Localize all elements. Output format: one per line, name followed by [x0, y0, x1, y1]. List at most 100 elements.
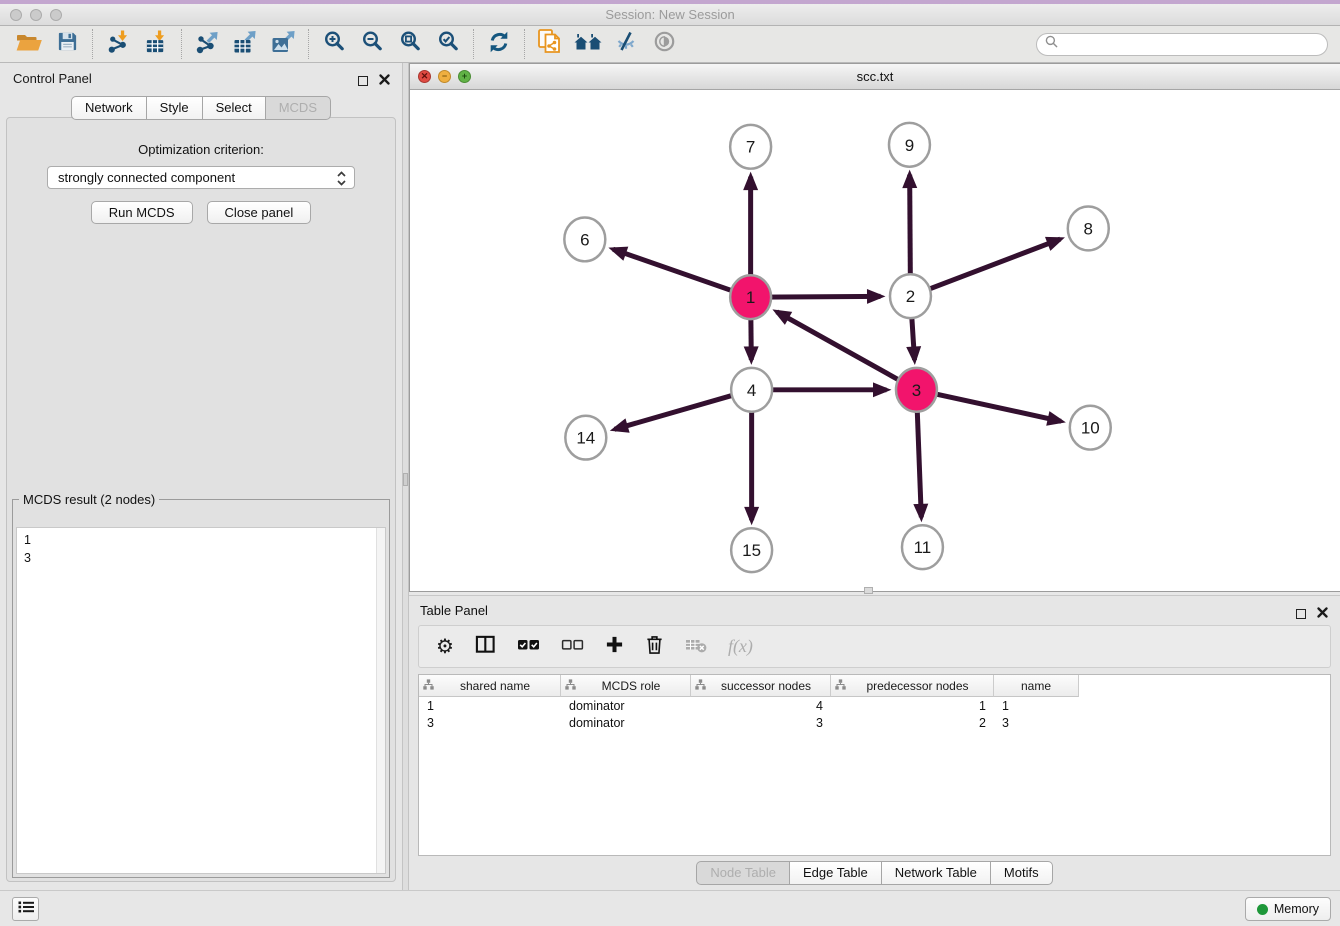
- memory-label: Memory: [1274, 902, 1319, 916]
- search-input[interactable]: [1063, 36, 1319, 52]
- close-window-button[interactable]: [10, 9, 22, 21]
- horizontal-splitter-handle[interactable]: [864, 587, 873, 594]
- tab-node-table[interactable]: Node Table: [696, 861, 789, 885]
- apply-layout-button[interactable]: [480, 28, 518, 60]
- memory-status-icon: [1257, 904, 1268, 915]
- network-graph[interactable]: 7968124314101511: [410, 90, 1340, 591]
- zoom-selected-button[interactable]: [429, 28, 467, 60]
- table-toolbar: ⚙ f(x): [418, 625, 1331, 668]
- table-settings-button[interactable]: ⚙: [436, 637, 454, 657]
- splitter-handle[interactable]: [403, 473, 408, 486]
- graph-node-label-4: 4: [747, 381, 756, 400]
- zoom-window-button[interactable]: [50, 9, 62, 21]
- result-line: 1: [24, 531, 378, 549]
- search-icon: [1045, 35, 1058, 53]
- graph-node-label-8: 8: [1084, 219, 1093, 238]
- tab-network[interactable]: Network: [71, 96, 146, 120]
- tab-style[interactable]: Style: [146, 96, 202, 120]
- import-table-button[interactable]: [137, 28, 175, 60]
- export-network-button[interactable]: [188, 28, 226, 60]
- cell-shared-name: 3: [419, 716, 561, 730]
- tab-network-table[interactable]: Network Table: [881, 861, 990, 885]
- column-header-successor-nodes[interactable]: successor nodes: [691, 675, 831, 697]
- zoom-out-button[interactable]: [353, 28, 391, 60]
- memory-button[interactable]: Memory: [1245, 897, 1331, 921]
- plus-icon: [605, 641, 624, 658]
- zoom-fit-button[interactable]: [391, 28, 429, 60]
- cell-mcds-role: dominator: [561, 699, 691, 713]
- network-window-titlebar[interactable]: ✕ − + scc.txt: [410, 64, 1340, 90]
- add-column-button[interactable]: [605, 635, 624, 659]
- vertical-splitter[interactable]: [402, 63, 409, 890]
- control-panel-tabs: Network Style Select MCDS: [0, 96, 402, 120]
- column-header-mcds-role[interactable]: MCDS role: [561, 675, 691, 697]
- clone-network-icon: [537, 28, 563, 60]
- criterion-select[interactable]: strongly connected component: [47, 166, 355, 189]
- status-bar: Memory: [0, 890, 1340, 926]
- minimize-window-button[interactable]: [30, 9, 42, 21]
- zoom-out-icon: [361, 30, 384, 58]
- column-header-name[interactable]: name: [994, 675, 1079, 697]
- network-view-window: ✕ − + scc.txt 7968124314101511: [409, 63, 1340, 592]
- close-network-icon[interactable]: ✕: [418, 70, 431, 83]
- close-panel-button[interactable]: Close panel: [207, 201, 312, 224]
- select-all-button[interactable]: [517, 637, 540, 657]
- run-mcds-button[interactable]: Run MCDS: [91, 201, 193, 224]
- graph-node-label-3: 3: [912, 381, 921, 400]
- function-builder-button[interactable]: f(x): [728, 636, 753, 657]
- tab-edge-table[interactable]: Edge Table: [789, 861, 881, 885]
- float-panel-icon[interactable]: [1296, 609, 1306, 619]
- optimization-criterion-label: Optimization criterion:: [7, 142, 395, 157]
- deselect-all-button[interactable]: [561, 637, 584, 657]
- clone-network-button[interactable]: [531, 28, 569, 60]
- save-session-button[interactable]: [48, 28, 86, 60]
- float-panel-icon[interactable]: [358, 76, 368, 86]
- close-panel-icon[interactable]: [1317, 605, 1328, 623]
- graph-node-label-14: 14: [576, 429, 595, 448]
- export-table-button[interactable]: [226, 28, 264, 60]
- delete-table-icon: [685, 640, 707, 657]
- graph-node-label-1: 1: [746, 288, 755, 307]
- result-scrollbar[interactable]: [376, 528, 385, 873]
- table-panel-title: Table Panel: [420, 603, 488, 618]
- mcds-result-text[interactable]: 1 3: [16, 527, 386, 874]
- graph-edge-3-10[interactable]: [916, 390, 1061, 421]
- hide-selected-button[interactable]: [607, 28, 645, 60]
- show-all-button[interactable]: [645, 28, 683, 60]
- mcds-result-title: MCDS result (2 nodes): [19, 492, 159, 507]
- table-row[interactable]: 1 dominator 4 1 1: [419, 697, 1330, 714]
- control-panel: Control Panel Network Style Select MCDS …: [0, 63, 402, 890]
- table-row[interactable]: 3 dominator 3 2 3: [419, 714, 1330, 731]
- toolbar-separator: [181, 29, 182, 59]
- tab-select[interactable]: Select: [202, 96, 265, 120]
- task-history-button[interactable]: [12, 897, 39, 921]
- search-field[interactable]: [1036, 33, 1328, 56]
- minimize-network-icon[interactable]: −: [438, 70, 451, 83]
- network-canvas[interactable]: 7968124314101511: [410, 90, 1340, 591]
- graph-node-label-2: 2: [906, 287, 915, 306]
- graph-edge-3-1[interactable]: [777, 312, 917, 390]
- window-traffic-lights: [10, 9, 62, 21]
- eye-slash-icon: [614, 30, 638, 58]
- export-image-button[interactable]: [264, 28, 302, 60]
- column-header-shared-name[interactable]: shared name: [419, 675, 561, 697]
- window-titlebar: Session: New Session: [0, 0, 1340, 26]
- column-header-predecessor-nodes[interactable]: predecessor nodes: [831, 675, 994, 697]
- result-line: 3: [24, 549, 378, 567]
- maximize-network-icon[interactable]: +: [458, 70, 471, 83]
- graph-edge-2-8[interactable]: [910, 239, 1060, 296]
- close-panel-icon[interactable]: [379, 72, 390, 90]
- import-network-button[interactable]: [99, 28, 137, 60]
- tab-motifs[interactable]: Motifs: [990, 861, 1053, 885]
- open-folder-icon: [16, 30, 43, 59]
- open-file-button[interactable]: [10, 28, 48, 60]
- delete-column-button[interactable]: [645, 634, 664, 660]
- zoom-in-button[interactable]: [315, 28, 353, 60]
- nested-networks-button[interactable]: [569, 28, 607, 60]
- tree-icon: [835, 679, 846, 693]
- delete-table-button[interactable]: [685, 636, 707, 658]
- tree-icon: [423, 679, 434, 693]
- show-columns-button[interactable]: [475, 634, 496, 660]
- tab-mcds[interactable]: MCDS: [265, 96, 331, 120]
- cell-name: 1: [994, 699, 1079, 713]
